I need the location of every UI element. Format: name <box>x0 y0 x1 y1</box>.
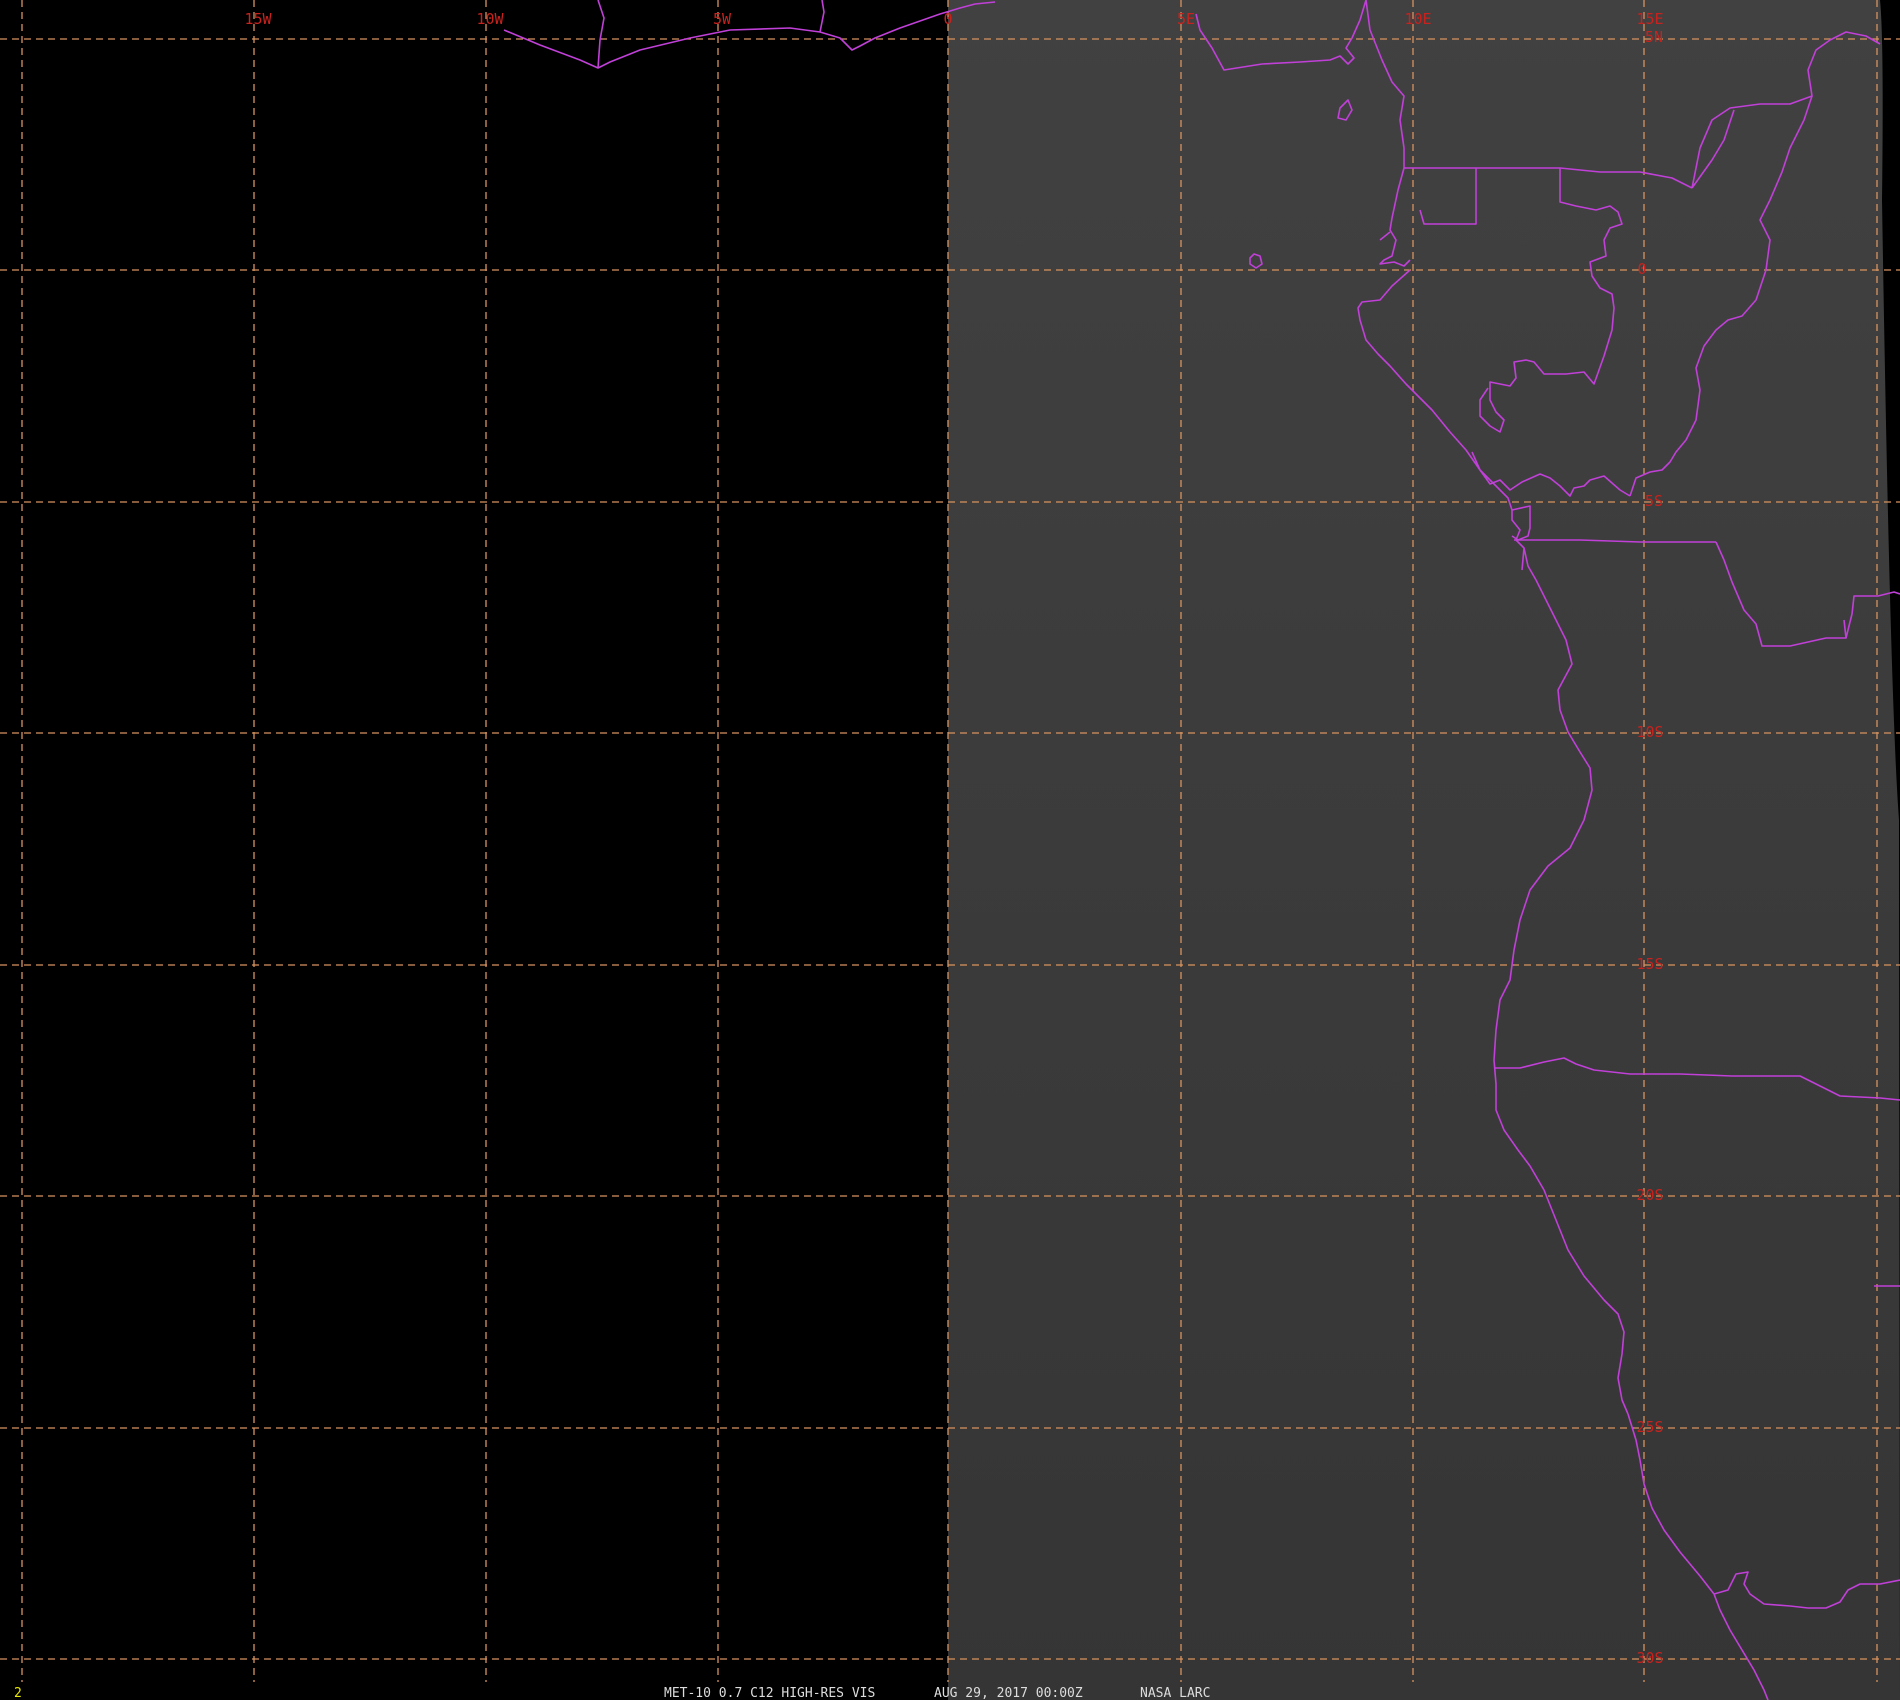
lon-label-15w: 15W <box>244 10 272 28</box>
coastline-west-africa-north <box>503 1 996 69</box>
lon-label-0: 0 <box>943 10 952 28</box>
satellite-map-viewer: 15W 10W 5W 0 5E 10E 15E 5N 0 5S 10S 15S … <box>0 0 1900 1700</box>
lon-label-10e: 10E <box>1404 10 1431 28</box>
lat-label-30s: 30S <box>1636 1649 1663 1667</box>
frame-number: 2 <box>14 1686 22 1700</box>
map-canvas: 15W 10W 5W 0 5E 10E 15E 5N 0 5S 10S 15S … <box>0 0 1900 1700</box>
image-info-footer: 2 MET-10 0.7 C12 HIGH-RES VIS AUG 29, 20… <box>14 1686 1210 1700</box>
lat-label-5n: 5N <box>1645 28 1663 46</box>
source-label: NASA LARC <box>1140 1686 1210 1700</box>
lon-label-5e: 5E <box>1177 10 1195 28</box>
lat-label-5s: 5S <box>1645 492 1663 510</box>
lat-label-25s: 25S <box>1636 1418 1663 1436</box>
lat-label-0: 0 <box>1637 260 1646 278</box>
lat-label-20s: 20S <box>1636 1186 1663 1204</box>
lon-label-10w: 10W <box>476 10 504 28</box>
lat-label-15s: 15S <box>1636 955 1663 973</box>
lon-label-5w: 5W <box>713 10 732 28</box>
datetime-label: AUG 29, 2017 00:00Z <box>934 1686 1083 1700</box>
satellite-image-panel <box>948 0 1900 1700</box>
lon-label-15e: 15E <box>1636 10 1663 28</box>
lat-label-10s: 10S <box>1636 723 1663 741</box>
satellite-product-label: MET-10 0.7 C12 HIGH-RES VIS <box>664 1686 875 1700</box>
